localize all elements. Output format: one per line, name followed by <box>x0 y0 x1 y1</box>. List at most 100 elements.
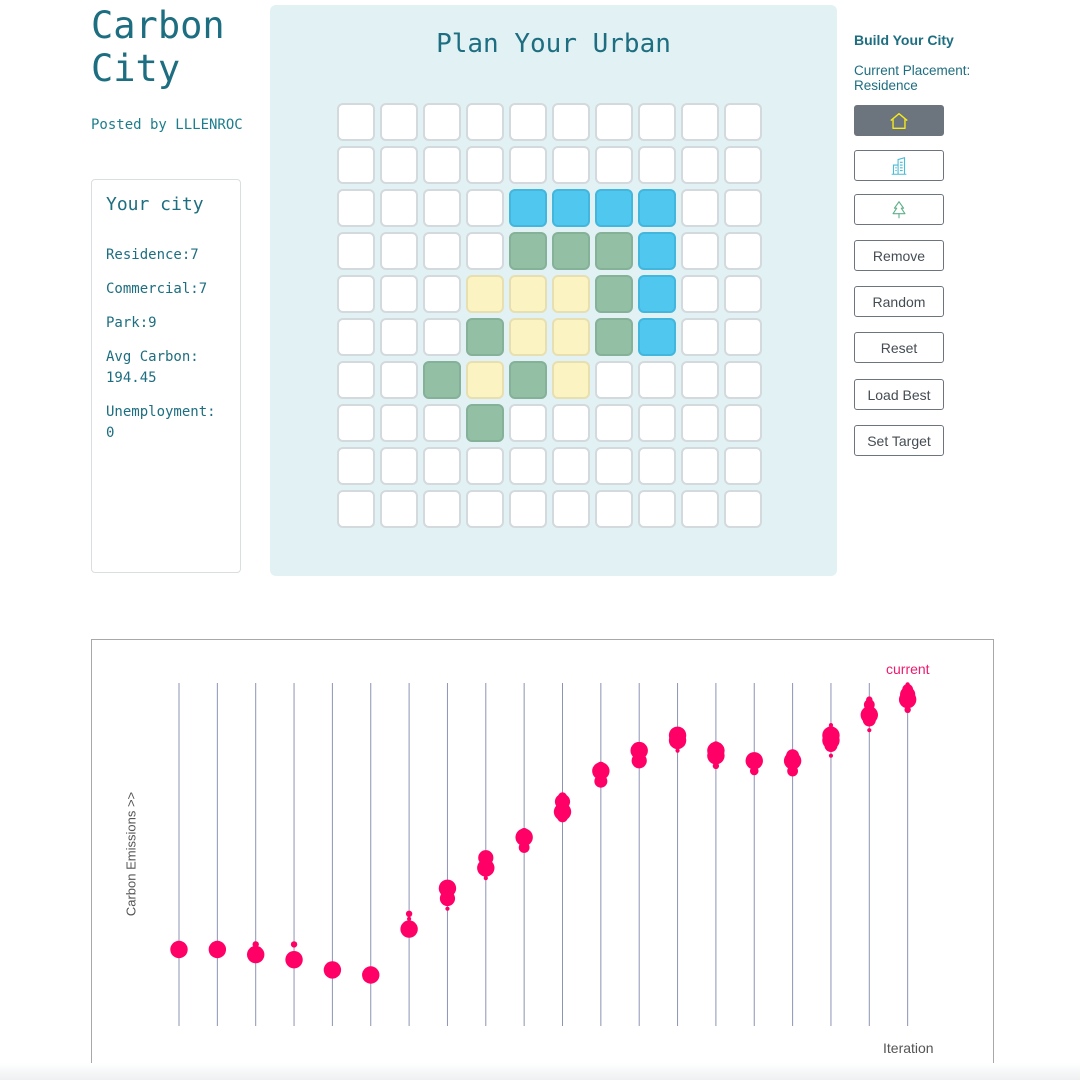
grid-cell-empty-r7-c1[interactable] <box>380 404 418 442</box>
grid-cell-empty-r8-c6[interactable] <box>595 447 633 485</box>
grid-cell-commercial-r5-c7[interactable] <box>638 318 676 356</box>
commercial-tool-button[interactable] <box>854 150 944 181</box>
grid-cell-empty-r5-c2[interactable] <box>423 318 461 356</box>
data-point-iter2-0[interactable] <box>208 940 227 959</box>
grid-cell-empty-r8-c5[interactable] <box>552 447 590 485</box>
grid-cell-empty-r8-c1[interactable] <box>380 447 418 485</box>
grid-cell-empty-r7-c9[interactable] <box>724 404 762 442</box>
grid-cell-empty-r6-c9[interactable] <box>724 361 762 399</box>
grid-cell-empty-r8-c3[interactable] <box>466 447 504 485</box>
remove-button[interactable]: Remove <box>854 240 944 271</box>
grid-cell-empty-r7-c8[interactable] <box>681 404 719 442</box>
data-point-iter18-4[interactable] <box>824 739 838 752</box>
grid-cell-park-r6-c2[interactable] <box>423 361 461 399</box>
data-point-iter9-3[interactable] <box>483 876 488 881</box>
grid-cell-commercial-r3-c7[interactable] <box>638 232 676 270</box>
grid-cell-empty-r8-c8[interactable] <box>681 447 719 485</box>
grid-cell-residence-r4-c4[interactable] <box>509 275 547 313</box>
grid-cell-empty-r6-c6[interactable] <box>595 361 633 399</box>
grid-cell-park-r4-c6[interactable] <box>595 275 633 313</box>
grid-cell-residence-r6-c3[interactable] <box>466 361 504 399</box>
grid-cell-empty-r7-c5[interactable] <box>552 404 590 442</box>
grid-cell-empty-r2-c1[interactable] <box>380 189 418 227</box>
grid-cell-park-r6-c4[interactable] <box>509 361 547 399</box>
grid-cell-empty-r9-c8[interactable] <box>681 490 719 528</box>
grid-cell-empty-r3-c1[interactable] <box>380 232 418 270</box>
data-point-iter11-3[interactable] <box>557 811 568 823</box>
grid-cell-empty-r1-c2[interactable] <box>423 146 461 184</box>
grid-cell-park-r3-c5[interactable] <box>552 232 590 270</box>
data-point-iter15-2[interactable] <box>707 747 725 765</box>
grid-cell-commercial-r2-c5[interactable] <box>552 189 590 227</box>
grid-cell-empty-r8-c2[interactable] <box>423 447 461 485</box>
grid-cell-empty-r4-c1[interactable] <box>380 275 418 313</box>
grid-cell-empty-r0-c5[interactable] <box>552 103 590 141</box>
grid-cell-empty-r2-c0[interactable] <box>337 189 375 227</box>
random-button[interactable]: Random <box>854 286 944 317</box>
reset-button[interactable]: Reset <box>854 332 944 363</box>
data-point-iter9-2[interactable] <box>477 859 495 877</box>
grid-cell-empty-r6-c7[interactable] <box>638 361 676 399</box>
grid-cell-empty-r3-c9[interactable] <box>724 232 762 270</box>
grid-cell-empty-r2-c2[interactable] <box>423 189 461 227</box>
grid-cell-empty-r4-c9[interactable] <box>724 275 762 313</box>
grid-cell-empty-r1-c7[interactable] <box>638 146 676 184</box>
grid-cell-residence-r4-c3[interactable] <box>466 275 504 313</box>
grid-cell-empty-r0-c8[interactable] <box>681 103 719 141</box>
grid-cell-empty-r9-c5[interactable] <box>552 490 590 528</box>
data-point-iter17-2[interactable] <box>787 765 798 777</box>
data-point-iter4-0[interactable] <box>290 941 298 948</box>
data-point-iter20-3[interactable] <box>898 690 917 709</box>
data-point-iter18-5[interactable] <box>828 753 834 758</box>
grid-cell-empty-r9-c2[interactable] <box>423 490 461 528</box>
grid-cell-empty-r3-c2[interactable] <box>423 232 461 270</box>
grid-cell-empty-r0-c0[interactable] <box>337 103 375 141</box>
grid-cell-empty-r4-c8[interactable] <box>681 275 719 313</box>
grid-cell-empty-r5-c9[interactable] <box>724 318 762 356</box>
grid-cell-empty-r9-c3[interactable] <box>466 490 504 528</box>
data-point-iter7-0[interactable] <box>405 910 413 917</box>
grid-cell-empty-r9-c1[interactable] <box>380 490 418 528</box>
data-point-iter12-2[interactable] <box>594 774 608 788</box>
grid-cell-empty-r7-c7[interactable] <box>638 404 676 442</box>
grid-cell-empty-r7-c0[interactable] <box>337 404 375 442</box>
grid-cell-empty-r1-c0[interactable] <box>337 146 375 184</box>
grid-cell-empty-r3-c8[interactable] <box>681 232 719 270</box>
data-point-iter7-2[interactable] <box>400 920 418 938</box>
data-point-iter1-0[interactable] <box>170 940 188 959</box>
data-point-iter5-2[interactable] <box>329 971 336 979</box>
grid-cell-empty-r3-c0[interactable] <box>337 232 375 270</box>
grid-cell-commercial-r4-c7[interactable] <box>638 275 676 313</box>
data-point-iter8-1[interactable] <box>439 890 456 907</box>
posted-by[interactable]: Posted by LLLENROC <box>91 117 243 133</box>
grid-cell-park-r5-c6[interactable] <box>595 318 633 356</box>
data-point-iter6-1[interactable] <box>362 966 380 984</box>
grid-cell-empty-r2-c9[interactable] <box>724 189 762 227</box>
data-point-iter14-2[interactable] <box>675 748 680 753</box>
grid-cell-empty-r0-c4[interactable] <box>509 103 547 141</box>
data-point-iter15-3[interactable] <box>712 762 720 770</box>
data-point-iter19-3[interactable] <box>862 713 876 727</box>
grid-cell-empty-r0-c1[interactable] <box>380 103 418 141</box>
grid-cell-empty-r7-c6[interactable] <box>595 404 633 442</box>
data-point-iter14-1[interactable] <box>668 731 687 750</box>
data-point-iter4-2[interactable] <box>290 961 298 968</box>
grid-cell-empty-r9-c6[interactable] <box>595 490 633 528</box>
grid-cell-empty-r1-c1[interactable] <box>380 146 418 184</box>
load-best-button[interactable]: Load Best <box>854 379 944 410</box>
grid-cell-empty-r6-c0[interactable] <box>337 361 375 399</box>
grid-cell-empty-r8-c0[interactable] <box>337 447 375 485</box>
data-point-iter8-2[interactable] <box>445 906 450 911</box>
grid-cell-empty-r8-c7[interactable] <box>638 447 676 485</box>
park-tool-button[interactable] <box>854 194 944 225</box>
grid-cell-residence-r5-c4[interactable] <box>509 318 547 356</box>
data-point-iter3-1[interactable] <box>247 945 265 964</box>
grid-cell-park-r7-c3[interactable] <box>466 404 504 442</box>
grid-cell-empty-r6-c8[interactable] <box>681 361 719 399</box>
data-point-iter13-3[interactable] <box>637 763 642 768</box>
grid-cell-empty-r6-c1[interactable] <box>380 361 418 399</box>
grid-cell-empty-r9-c0[interactable] <box>337 490 375 528</box>
grid-cell-park-r3-c6[interactable] <box>595 232 633 270</box>
grid-cell-empty-r5-c8[interactable] <box>681 318 719 356</box>
grid-cell-empty-r8-c4[interactable] <box>509 447 547 485</box>
